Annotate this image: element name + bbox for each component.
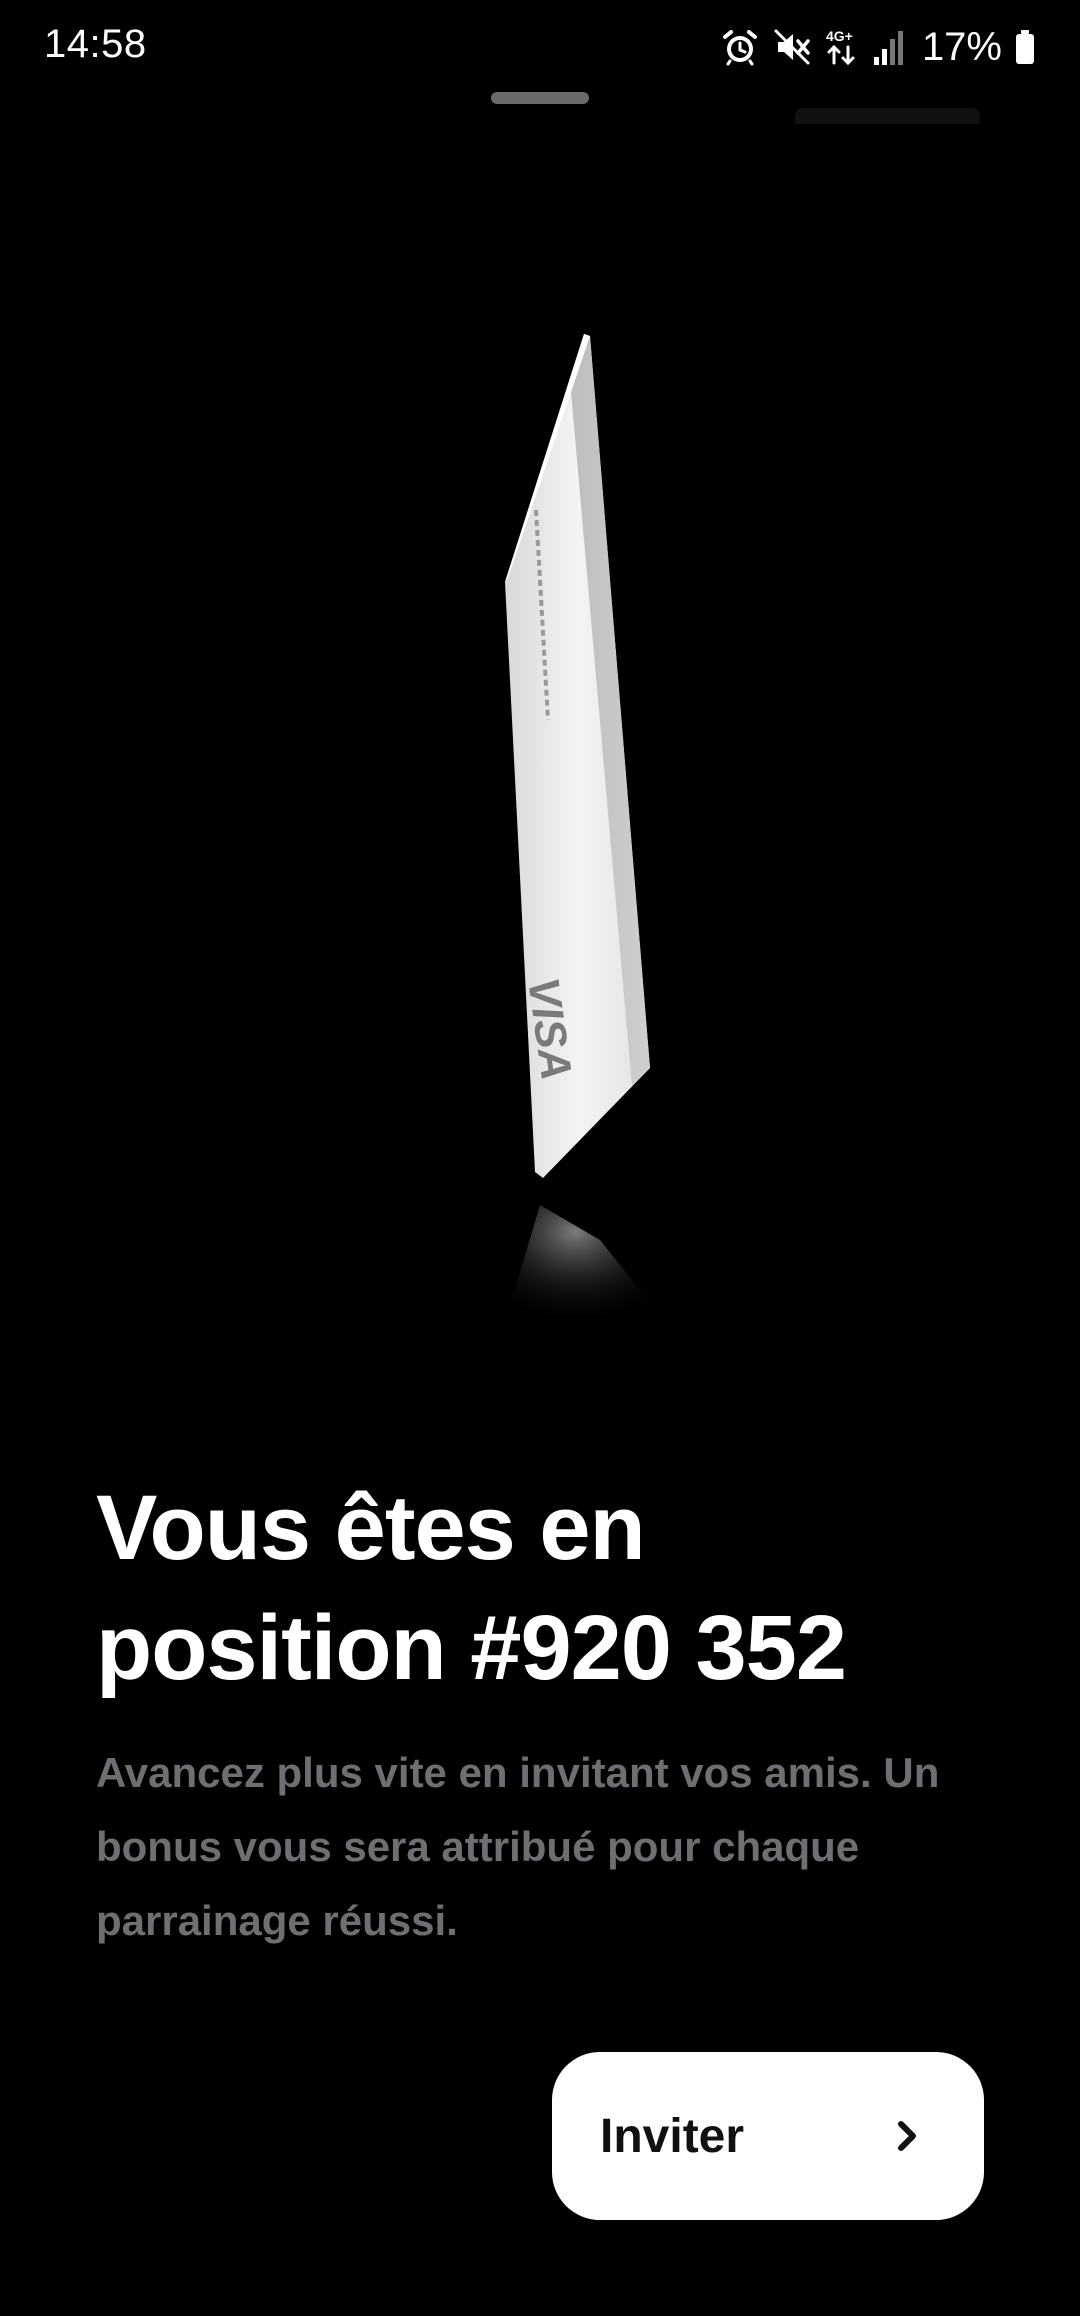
headline-line-1: Vous êtes en	[96, 1477, 646, 1579]
signal-icon	[873, 31, 903, 65]
card-reflection	[500, 1205, 680, 1340]
description-line-3: parrainage réussi.	[96, 1897, 458, 1944]
battery-percent: 17%	[921, 24, 1002, 69]
status-bar: 14:58 4G+ 17%	[0, 0, 1080, 92]
referral-description: Avancez plus vite en invitant vos amis. …	[96, 1736, 996, 1958]
status-icons: 4G+ 17%	[720, 22, 1036, 72]
mute-icon	[774, 29, 810, 65]
drag-handle[interactable]	[491, 92, 589, 104]
visa-card-illustration: VISA	[500, 334, 680, 1340]
battery-icon	[1016, 30, 1034, 64]
description-line-1: Avancez plus vite en invitant vos amis. …	[96, 1749, 940, 1796]
network-label: 4G+	[826, 28, 853, 44]
invite-button-label: Inviter	[600, 2109, 745, 2163]
network-4g-icon: 4G+	[826, 28, 855, 66]
chevron-right-icon	[898, 2121, 916, 2151]
invite-button[interactable]: Inviter	[552, 2052, 984, 2220]
position-headline: Vous êtes en position #920 352	[96, 1468, 996, 1708]
background-pill	[795, 108, 980, 124]
description-line-2: bonus vous sera attribué pour chaque	[96, 1823, 860, 1870]
alarm-icon	[722, 30, 757, 66]
status-time: 14:58	[44, 22, 147, 66]
headline-line-2: position #920 352	[96, 1597, 847, 1699]
